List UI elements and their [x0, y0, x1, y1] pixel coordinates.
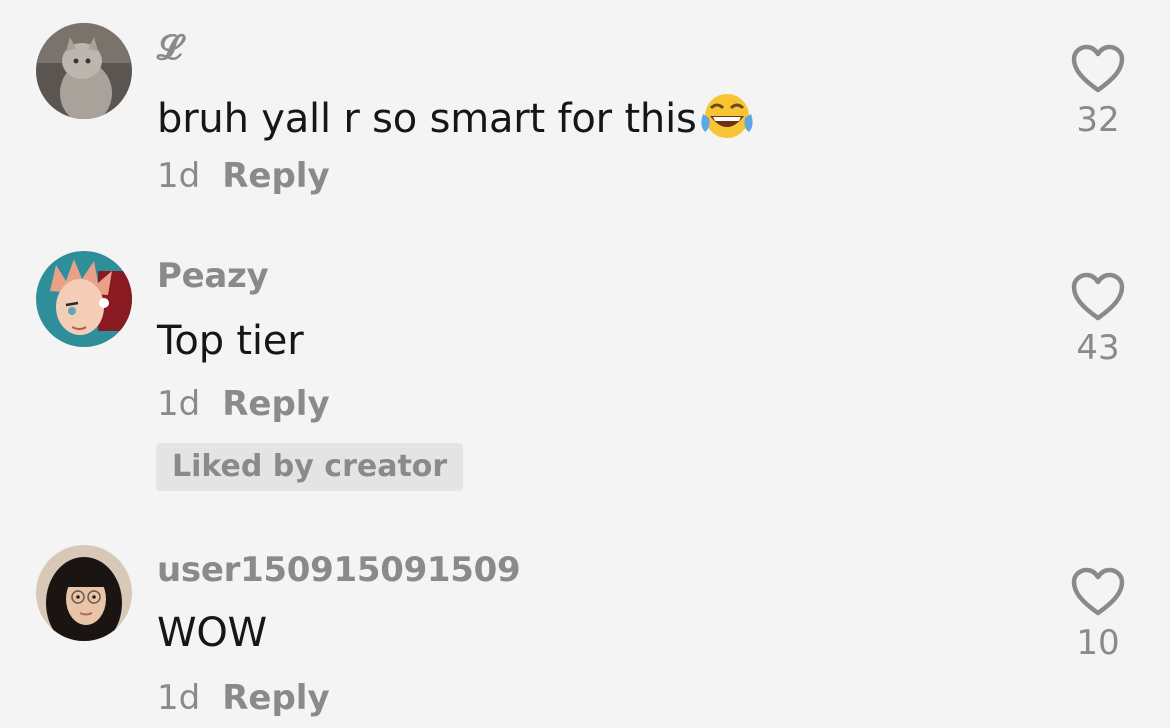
comment-text: bruh yall r so smart for this [157, 92, 755, 150]
comment-username[interactable]: 𝓛 [157, 28, 182, 68]
like-button[interactable]: 10 [1060, 567, 1136, 663]
comments-list: 𝓛 bruh yall r so smart for this 1d Reply … [0, 0, 1170, 728]
liked-by-creator-badge: Liked by creator [156, 443, 464, 491]
face-with-tears-of-joy-icon [699, 92, 755, 150]
avatar[interactable] [36, 251, 132, 347]
comment-time: 1d [157, 678, 201, 718]
like-count: 32 [1076, 100, 1120, 140]
comment-meta: 1d Reply [157, 156, 330, 196]
comment-text: Top tier [157, 318, 304, 364]
like-count: 43 [1076, 328, 1120, 368]
comment-text-content: bruh yall r so smart for this [157, 96, 697, 142]
comment-time: 1d [157, 384, 201, 424]
avatar[interactable] [36, 23, 132, 119]
comment-username[interactable]: user150915091509 [157, 550, 521, 590]
like-button[interactable]: 43 [1060, 272, 1136, 368]
comment-meta: 1d Reply [157, 384, 330, 424]
heart-icon [1071, 567, 1125, 616]
heart-icon [1071, 272, 1125, 321]
comment-meta: 1d Reply [157, 678, 330, 718]
comment-username[interactable]: Peazy [157, 256, 269, 296]
heart-icon [1071, 44, 1125, 93]
avatar[interactable] [36, 545, 132, 641]
reply-button[interactable]: Reply [222, 678, 329, 718]
reply-button[interactable]: Reply [222, 384, 329, 424]
comment-text: WOW [157, 610, 267, 656]
reply-button[interactable]: Reply [222, 156, 329, 196]
like-button[interactable]: 32 [1060, 44, 1136, 140]
comment-time: 1d [157, 156, 201, 196]
like-count: 10 [1076, 623, 1120, 663]
